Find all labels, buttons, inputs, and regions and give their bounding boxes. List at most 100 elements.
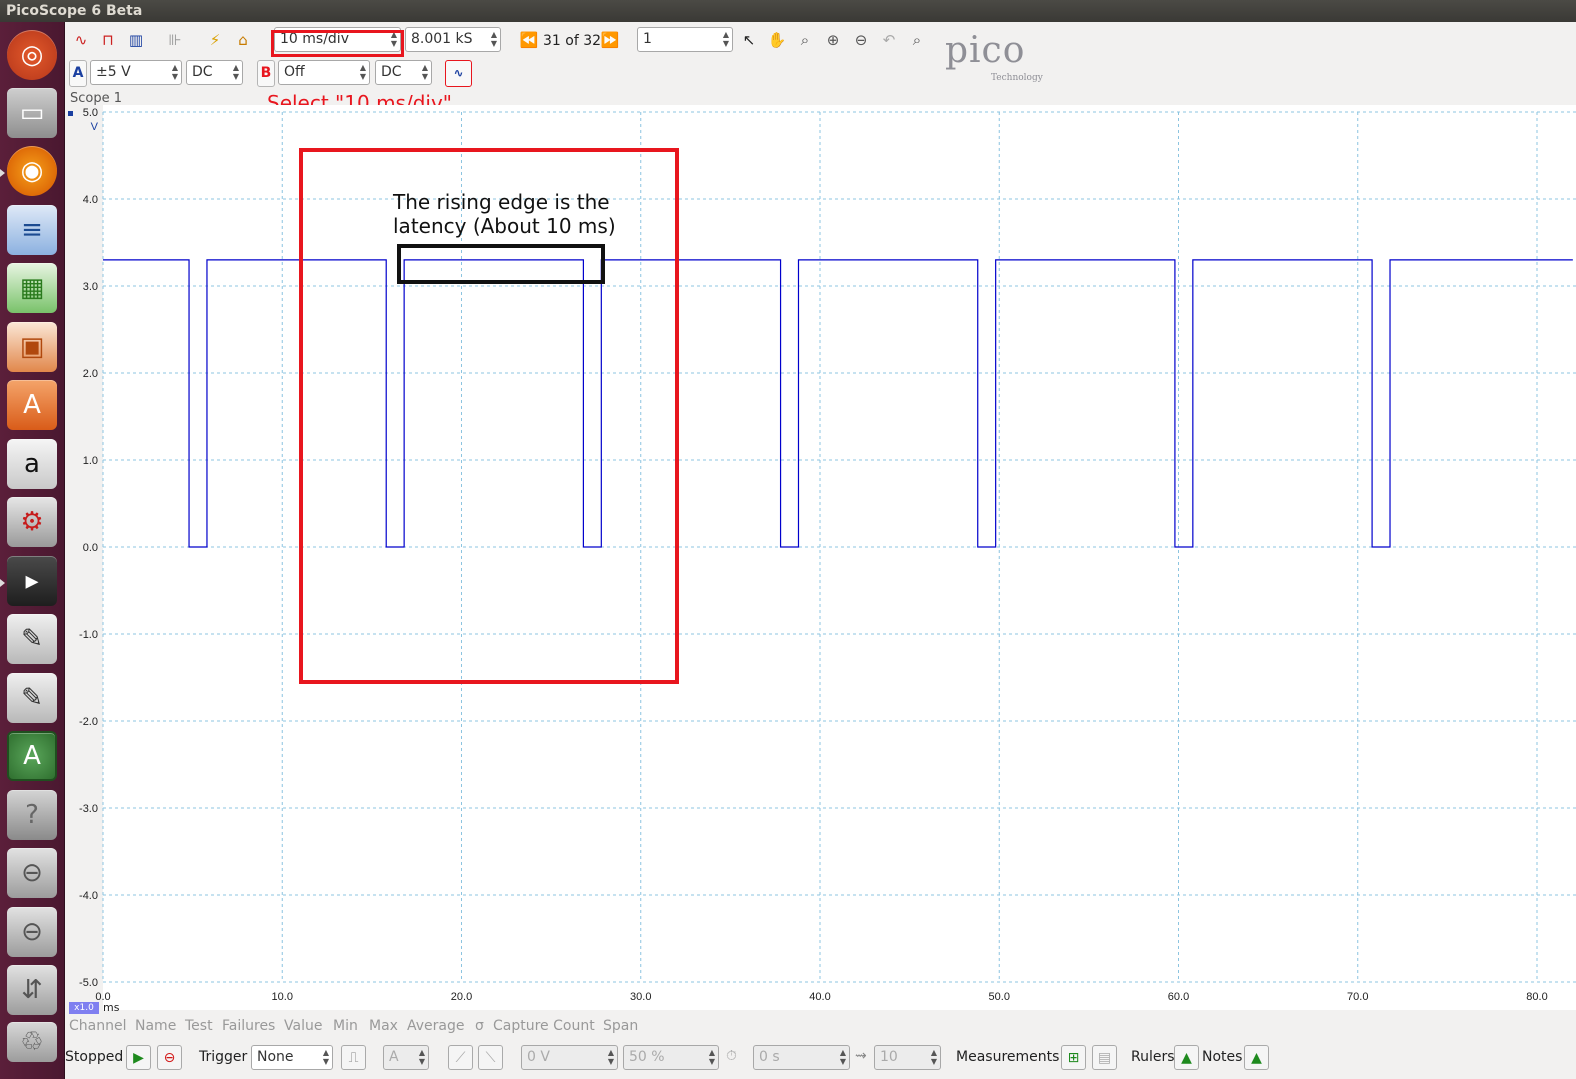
delay-icon: ⏱ <box>726 1048 737 1064</box>
notes-label: Notes <box>1202 1049 1243 1065</box>
advanced-trigger-button[interactable]: ⎍ <box>341 1045 366 1070</box>
amazon-icon[interactable]: a <box>7 439 57 489</box>
start-button[interactable]: ▶ <box>126 1045 151 1070</box>
x-tick-label: 10.0 <box>272 991 293 1003</box>
x-tick-label: 40.0 <box>809 991 830 1003</box>
col-name[interactable]: Name <box>135 1018 176 1034</box>
latency-annotation: The rising edge is the latency (About 10… <box>393 190 616 238</box>
spin-arrows-icon[interactable]: ▲ ▼ <box>419 1048 425 1066</box>
col-channel[interactable]: Channel <box>69 1018 126 1034</box>
help-icon[interactable]: ? <box>7 790 57 840</box>
rulers-toggle-icon: ▲ <box>1181 1049 1192 1066</box>
drive-icon[interactable]: ⊖ <box>7 848 57 898</box>
rapid-count: 10 <box>880 1049 898 1065</box>
impress-icon[interactable]: ▣ <box>7 322 57 372</box>
trigger-mode: None <box>257 1049 294 1065</box>
x-scale-badge[interactable]: x1.0 <box>69 1002 99 1014</box>
x-unit-label: ms <box>103 1001 120 1014</box>
rising-edge-button[interactable]: ⟋ <box>448 1045 473 1070</box>
advanced-trigger-icon: ⎍ <box>348 1049 359 1066</box>
ubuntu-dash-icon[interactable]: ◎ <box>7 30 57 80</box>
channel-a-axis-marker <box>68 111 73 116</box>
x-tick-label: 20.0 <box>451 991 472 1003</box>
measurements-table-header: Channel Name Test Failures Value Min Max… <box>65 1016 1576 1038</box>
rulers-button[interactable]: ▲ <box>1174 1045 1199 1070</box>
trigger-mode-select[interactable]: None ▲ ▼ <box>251 1045 333 1070</box>
software-center-icon[interactable]: A <box>7 380 57 430</box>
x-tick-label: 50.0 <box>989 991 1010 1003</box>
edit-icon: ▤ <box>1097 1049 1112 1066</box>
y-tick-label: 4.0 <box>83 194 98 206</box>
writer-icon[interactable]: ≡ <box>7 205 57 255</box>
y-tick-label: 5.0 <box>83 107 98 119</box>
terminal-icon[interactable]: ▸ <box>7 556 57 606</box>
pretrigger: 50 % <box>629 1049 665 1065</box>
scope-plot[interactable]: 5.04.03.02.01.00.0-1.0-2.0-3.0-4.0-5.0V0… <box>65 22 1576 1012</box>
trigger-source: A <box>389 1049 399 1065</box>
col-value[interactable]: Value <box>284 1018 322 1034</box>
falling-edge-icon: ⟍ <box>485 1049 496 1066</box>
col-span[interactable]: Span <box>603 1018 638 1034</box>
col-failures[interactable]: Failures <box>222 1018 275 1034</box>
running-indicator-icon <box>0 579 5 587</box>
software-updater-icon[interactable]: A <box>7 731 57 781</box>
col-sigma[interactable]: σ <box>475 1018 484 1034</box>
notes-toggle-icon: ▲ <box>1251 1049 1262 1066</box>
text-editor-icon[interactable]: ✎ <box>7 614 57 664</box>
add-measurement-button[interactable]: ⊞ <box>1061 1045 1086 1070</box>
falling-edge-button[interactable]: ⟍ <box>478 1045 503 1070</box>
edit-measurement-button[interactable]: ▤ <box>1092 1045 1117 1070</box>
text-editor-icon[interactable]: ✎ <box>7 673 57 723</box>
stop-button[interactable]: ⊖ <box>157 1045 182 1070</box>
delay-input[interactable]: 0 s ▲ ▼ <box>753 1045 850 1070</box>
trigger-source-select[interactable]: A ▲ ▼ <box>383 1045 429 1070</box>
add-icon: ⊞ <box>1067 1049 1080 1066</box>
picoscope-window: ∿ ⊓ ▥ ⊪ ⚡ ⌂ 10 ms/div ▲ ▼ 8.001 kS ▲ ▼ ⏪ 3… <box>65 22 1576 1079</box>
window-title: PicoScope 6 Beta <box>0 0 1576 22</box>
firefox-icon[interactable]: ◉ <box>7 146 57 196</box>
measurements-label: Measurements <box>956 1049 1060 1065</box>
y-tick-label: -1.0 <box>79 629 98 641</box>
trigger-level: 0 V <box>527 1049 550 1065</box>
drive-icon[interactable]: ⊖ <box>7 907 57 957</box>
delay: 0 s <box>759 1049 780 1065</box>
rulers-label: Rulers <box>1131 1049 1175 1065</box>
notes-button[interactable]: ▲ <box>1244 1045 1269 1070</box>
x-tick-label: 70.0 <box>1347 991 1368 1003</box>
col-test[interactable]: Test <box>185 1018 213 1034</box>
usb-drive-icon[interactable]: ⇵ <box>7 965 57 1015</box>
latency-line-1: The rising edge is the <box>393 190 610 214</box>
calc-icon[interactable]: ▦ <box>7 263 57 313</box>
col-average[interactable]: Average <box>407 1018 465 1034</box>
trash-icon[interactable]: ♲ <box>7 1022 57 1062</box>
trigger-level-input[interactable]: 0 V ▲ ▼ <box>521 1045 618 1070</box>
spin-arrows-icon[interactable]: ▲ ▼ <box>840 1048 846 1066</box>
col-max[interactable]: Max <box>369 1018 398 1034</box>
y-tick-label: 0.0 <box>83 542 98 554</box>
col-min[interactable]: Min <box>333 1018 358 1034</box>
spin-arrows-icon[interactable]: ▲ ▼ <box>931 1048 937 1066</box>
rapid-count-input[interactable]: 10 ▲ ▼ <box>874 1045 941 1070</box>
rapid-trigger-icon: ⇝ <box>855 1048 867 1064</box>
running-indicator-icon <box>0 169 5 177</box>
col-capture-count[interactable]: Capture Count <box>493 1018 595 1034</box>
y-tick-label: 2.0 <box>83 368 98 380</box>
status-bar: Stopped ▶ ⊖ Trigger None ▲ ▼ ⎍ A ▲ ▼ ⟋ ⟍ 0… <box>65 1042 1576 1074</box>
y-tick-label: -4.0 <box>79 890 98 902</box>
spin-arrows-icon[interactable]: ▲ ▼ <box>608 1048 614 1066</box>
trigger-label: Trigger <box>199 1049 248 1065</box>
system-settings-icon[interactable]: ⚙ <box>7 497 57 547</box>
ubuntu-launcher: ◎ ▭ ◉ ≡ ▦ ▣ A a ⚙ ▸ ✎ ✎ A ? ⊖ ⊖ ⇵ ♲ <box>0 22 65 1079</box>
files-icon[interactable]: ▭ <box>7 88 57 138</box>
spin-arrows-icon[interactable]: ▲ ▼ <box>323 1048 329 1066</box>
x-tick-label: 80.0 <box>1526 991 1547 1003</box>
spin-arrows-icon[interactable]: ▲ ▼ <box>709 1048 715 1066</box>
y-tick-label: -5.0 <box>79 977 98 989</box>
rising-edge-icon: ⟋ <box>455 1049 466 1066</box>
y-unit-label: V <box>91 121 99 133</box>
plot-area <box>103 105 1576 1010</box>
y-tick-label: -3.0 <box>79 803 98 815</box>
pretrigger-input[interactable]: 50 % ▲ ▼ <box>623 1045 719 1070</box>
x-tick-label: 30.0 <box>630 991 651 1003</box>
y-tick-label: -2.0 <box>79 716 98 728</box>
